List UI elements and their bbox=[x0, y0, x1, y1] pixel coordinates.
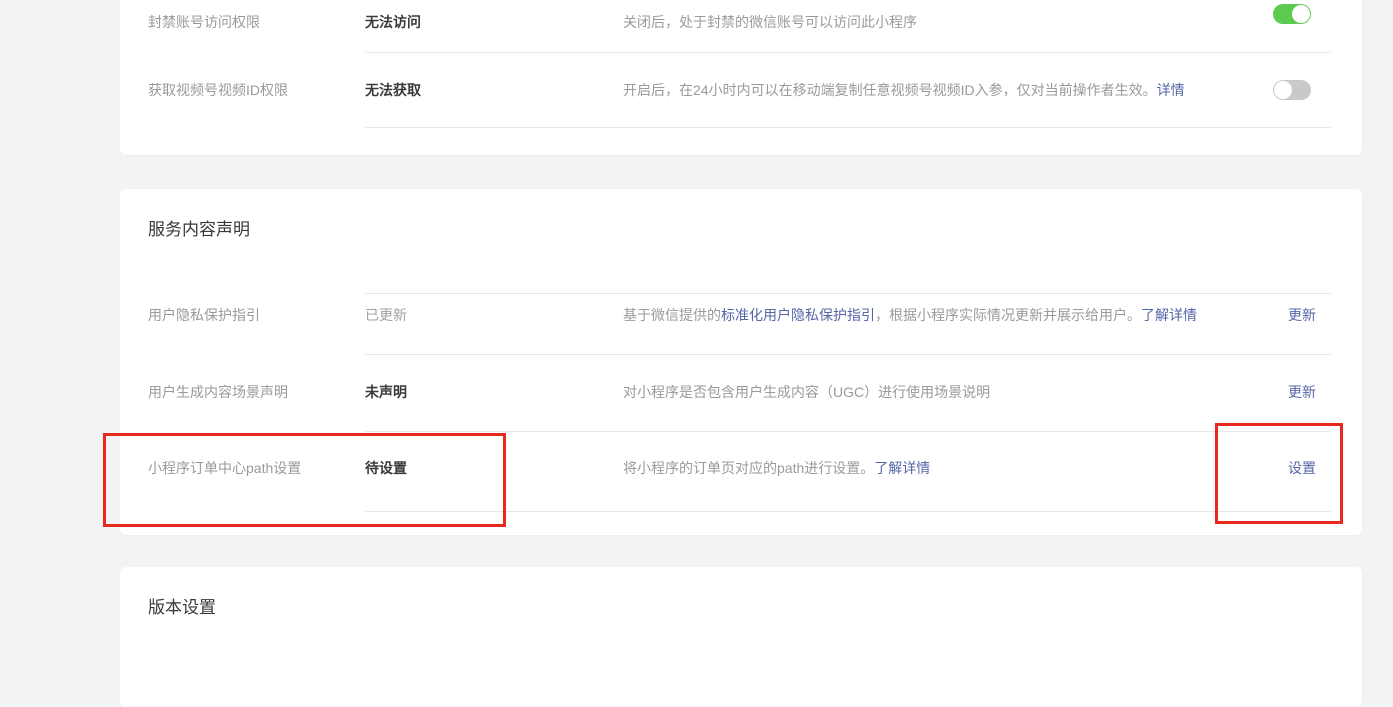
toggle-knob bbox=[1292, 5, 1310, 23]
row-label: 小程序订单中心path设置 bbox=[148, 458, 301, 478]
row-status: 未声明 bbox=[365, 382, 407, 402]
description-text: 基于微信提供的 bbox=[623, 307, 721, 323]
toggle-knob bbox=[1274, 81, 1292, 99]
row-divider bbox=[365, 511, 1331, 512]
row-status: 已更新 bbox=[365, 305, 407, 325]
row-description: 开启后，在24小时内可以在移动端复制任意视频号视频ID入参，仅对当前操作者生效。… bbox=[623, 80, 1185, 100]
service-declaration-card: 服务内容声明 用户隐私保护指引 已更新 基于微信提供的标准化用户隐私保护指引，根… bbox=[120, 189, 1362, 535]
row-description: 将小程序的订单页对应的path进行设置。了解详情 bbox=[623, 458, 930, 478]
learn-more-link[interactable]: 了解详情 bbox=[874, 460, 930, 476]
row-divider bbox=[365, 354, 1331, 355]
privacy-guideline-link[interactable]: 标准化用户隐私保护指引 bbox=[721, 307, 875, 323]
row-divider bbox=[365, 293, 1331, 294]
row-label: 封禁账号访问权限 bbox=[148, 12, 260, 32]
row-divider bbox=[365, 127, 1331, 128]
row-label: 用户生成内容场景声明 bbox=[148, 382, 288, 402]
learn-more-link[interactable]: 了解详情 bbox=[1141, 307, 1197, 323]
row-label: 获取视频号视频ID权限 bbox=[148, 80, 288, 100]
update-privacy-button[interactable]: 更新 bbox=[1288, 305, 1316, 325]
description-text: 将小程序的订单页对应的path进行设置。 bbox=[623, 460, 874, 476]
permissions-card: 封禁账号访问权限 无法访问 关闭后，处于封禁的微信账号可以访问此小程序 获取视频… bbox=[120, 0, 1362, 155]
banned-account-access-toggle[interactable] bbox=[1273, 4, 1311, 24]
version-settings-card: 版本设置 bbox=[120, 567, 1362, 707]
row-description: 关闭后，处于封禁的微信账号可以访问此小程序 bbox=[623, 12, 917, 32]
row-status: 无法获取 bbox=[365, 80, 421, 100]
row-divider bbox=[365, 431, 1331, 432]
details-link[interactable]: 详情 bbox=[1157, 82, 1185, 98]
row-status: 待设置 bbox=[365, 458, 407, 478]
update-ugc-button[interactable]: 更新 bbox=[1288, 382, 1316, 402]
row-status: 无法访问 bbox=[365, 12, 421, 32]
row-label: 用户隐私保护指引 bbox=[148, 305, 260, 325]
row-description: 对小程序是否包含用户生成内容（UGC）进行使用场景说明 bbox=[623, 382, 990, 402]
card-title: 版本设置 bbox=[148, 597, 216, 619]
video-id-permission-toggle[interactable] bbox=[1273, 80, 1311, 100]
row-description: 基于微信提供的标准化用户隐私保护指引，根据小程序实际情况更新并展示给用户。了解详… bbox=[623, 305, 1197, 325]
row-divider bbox=[365, 52, 1331, 53]
set-order-path-button[interactable]: 设置 bbox=[1288, 458, 1316, 478]
description-text: 开启后，在24小时内可以在移动端复制任意视频号视频ID入参，仅对当前操作者生效。 bbox=[623, 82, 1157, 98]
description-text: ，根据小程序实际情况更新并展示给用户。 bbox=[875, 307, 1141, 323]
card-title: 服务内容声明 bbox=[148, 219, 250, 241]
description-text: 对小程序是否包含用户生成内容（UGC）进行使用场景说明 bbox=[623, 384, 990, 400]
description-text: 关闭后，处于封禁的微信账号可以访问此小程序 bbox=[623, 14, 917, 30]
